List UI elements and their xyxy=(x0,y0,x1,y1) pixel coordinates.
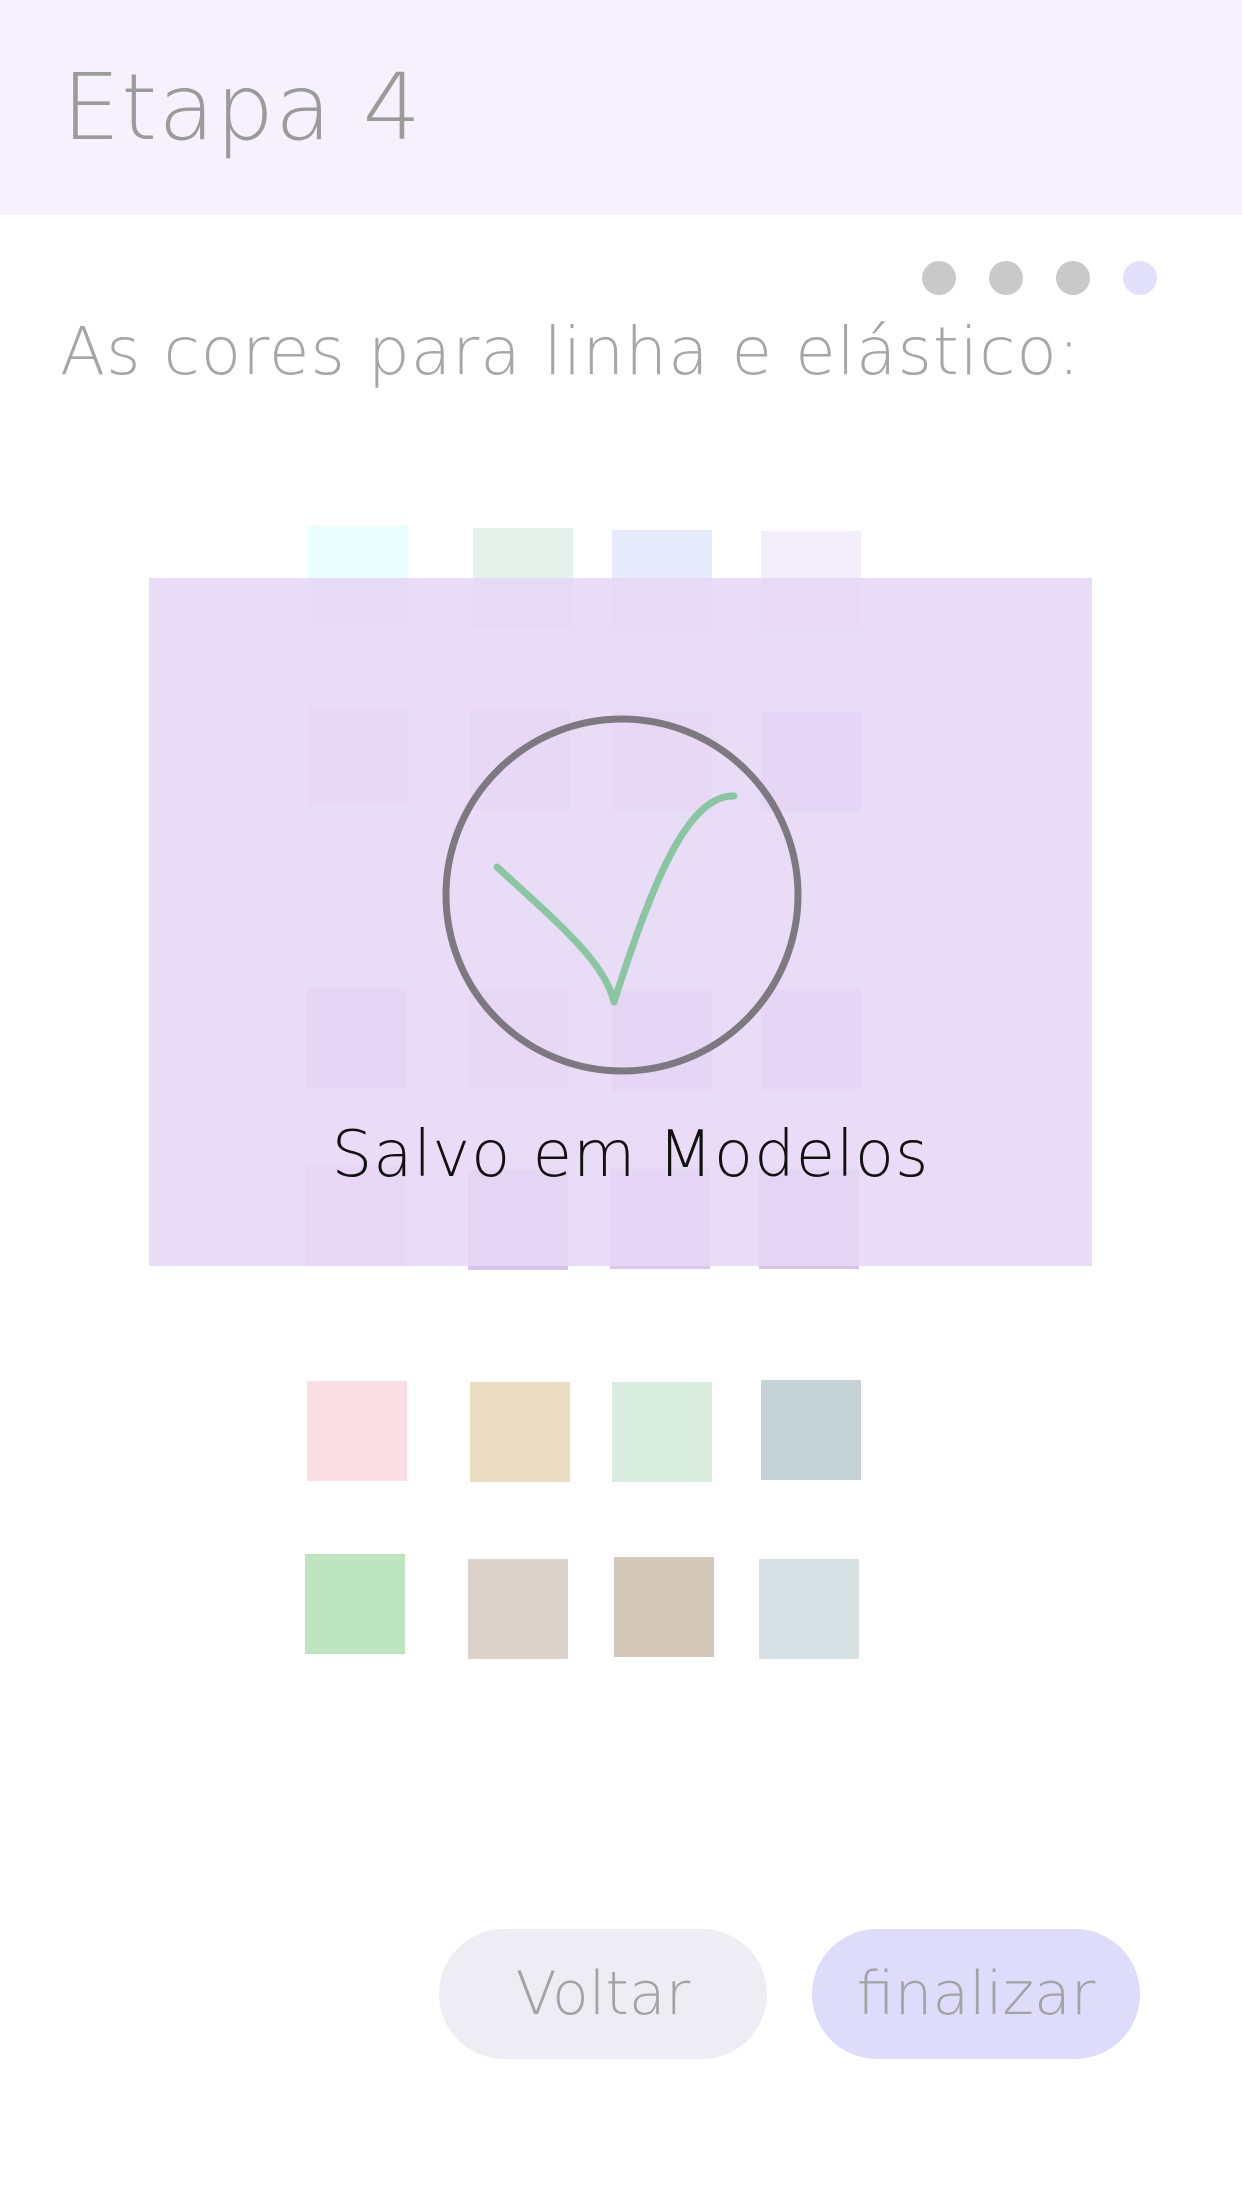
back-button[interactable]: Voltar xyxy=(439,1929,767,2059)
step-indicator xyxy=(922,261,1157,295)
color-swatch[interactable] xyxy=(759,1559,859,1659)
finish-button[interactable]: finalizar xyxy=(812,1929,1140,2059)
color-swatch[interactable] xyxy=(614,1557,714,1657)
header-bar: Etapa 4 xyxy=(0,0,1242,215)
color-swatch[interactable] xyxy=(761,1380,861,1480)
success-check-icon xyxy=(442,715,802,1075)
step-dot-2 xyxy=(989,261,1023,295)
color-swatch[interactable] xyxy=(468,1559,568,1659)
step-dot-3 xyxy=(1056,261,1090,295)
question-label: As cores para linha e elástico: xyxy=(60,313,1081,390)
page-title: Etapa 4 xyxy=(62,54,423,161)
step-dot-4-current xyxy=(1123,261,1157,295)
color-swatch[interactable] xyxy=(307,1381,407,1481)
step-dot-1 xyxy=(922,261,956,295)
color-swatch[interactable] xyxy=(470,1382,570,1482)
color-swatch[interactable] xyxy=(612,1382,712,1482)
saved-message: Salvo em Modelos xyxy=(331,1118,930,1192)
color-swatch[interactable] xyxy=(305,1554,405,1654)
